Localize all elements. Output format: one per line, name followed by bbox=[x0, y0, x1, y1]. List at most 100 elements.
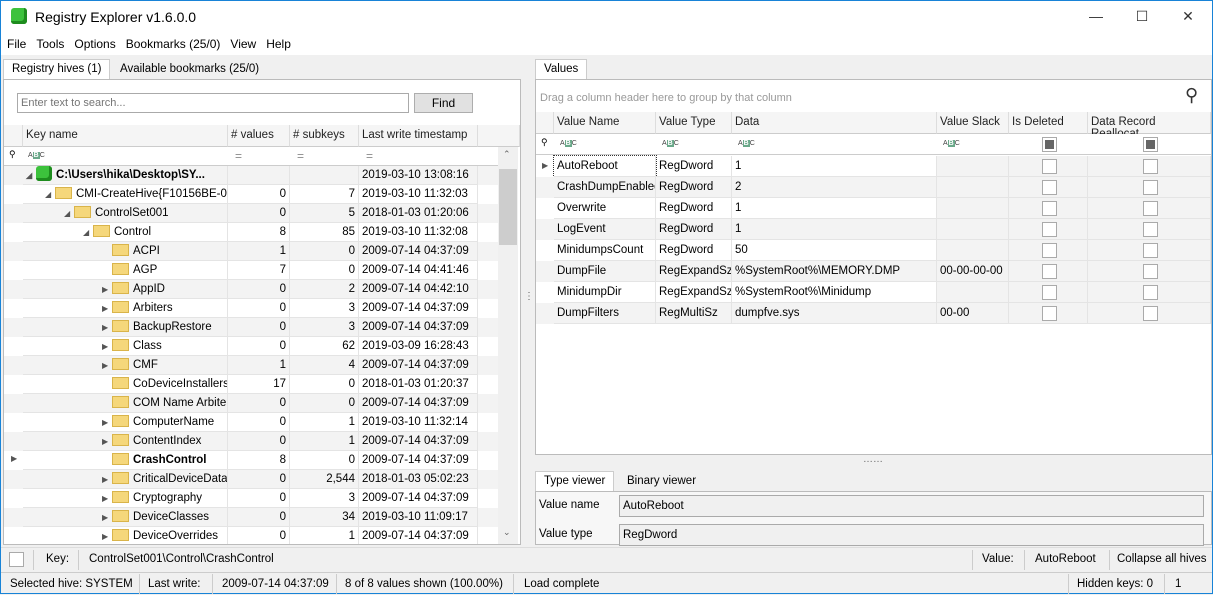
key-name-cell[interactable]: ◢ ControlSet001 bbox=[23, 204, 228, 223]
scrollbar-thumb[interactable] bbox=[499, 169, 517, 245]
is-deleted-checkbox[interactable] bbox=[1041, 285, 1057, 300]
is-deleted-checkbox[interactable] bbox=[1041, 306, 1057, 321]
collapse-icon[interactable]: ◢ bbox=[26, 166, 36, 184]
key-name-cell[interactable]: ▶ CriticalDeviceDatabase bbox=[23, 470, 228, 489]
col-timestamp[interactable]: Last write timestamp bbox=[359, 125, 478, 147]
key-name-cell[interactable]: ◢ Control bbox=[23, 223, 228, 242]
col-key-name[interactable]: Key name bbox=[23, 125, 228, 147]
minimize-button[interactable]: — bbox=[1073, 1, 1119, 31]
splitter-handle[interactable]: ⋮ bbox=[524, 291, 534, 302]
find-button[interactable]: Find bbox=[414, 93, 473, 113]
data-record-reallocated-checkbox[interactable] bbox=[1142, 222, 1158, 237]
value-row[interactable]: Overwrite RegDword 1 bbox=[536, 198, 1211, 219]
tree-row[interactable]: ▶ CrashControl 8 0 2009-07-14 04:37:09 bbox=[4, 451, 498, 470]
key-name-cell[interactable]: COM Name Arbiter bbox=[23, 394, 228, 413]
filter-checkbox[interactable] bbox=[1142, 137, 1158, 152]
key-name-cell[interactable]: ▶ Cryptography bbox=[23, 489, 228, 508]
tree-row[interactable]: ▶ DeviceClasses 0 34 2019-03-10 11:09:17 bbox=[4, 508, 498, 527]
expand-icon[interactable]: ▶ bbox=[102, 337, 112, 355]
key-name-cell[interactable]: ◢ C:\Users\hika\Desktop\SY... bbox=[23, 166, 228, 185]
col-data-record-reallocated[interactable]: Data Record Reallocat... bbox=[1088, 112, 1211, 140]
tab-registry-hives[interactable]: Registry hives (1) bbox=[3, 59, 111, 79]
expand-icon[interactable]: ▶ bbox=[102, 318, 112, 336]
tree-row[interactable]: ▶ AppID 0 2 2009-07-14 04:42:10 bbox=[4, 280, 498, 299]
expand-icon[interactable]: ▶ bbox=[102, 508, 112, 526]
expand-icon[interactable]: ▶ bbox=[102, 299, 112, 317]
expand-icon[interactable]: ▶ bbox=[102, 470, 112, 488]
menu-file[interactable]: File bbox=[3, 33, 30, 55]
col-values[interactable]: # values bbox=[228, 125, 290, 147]
key-checkbox[interactable] bbox=[9, 552, 24, 567]
tree-row[interactable]: ▶ CMF 1 4 2009-07-14 04:37:09 bbox=[4, 356, 498, 375]
value-type-field[interactable]: RegDword bbox=[619, 524, 1204, 546]
menu-bookmarks[interactable]: Bookmarks (25/0) bbox=[122, 33, 225, 55]
tree-row[interactable]: ▶ DeviceOverrides 0 1 2009-07-14 04:37:09 bbox=[4, 527, 498, 544]
key-name-cell[interactable]: ▶ BackupRestore bbox=[23, 318, 228, 337]
expand-icon[interactable]: ▶ bbox=[102, 356, 112, 374]
tree-row[interactable]: ▶ ContentIndex 0 1 2009-07-14 04:37:09 bbox=[4, 432, 498, 451]
is-deleted-checkbox[interactable] bbox=[1041, 222, 1057, 237]
value-row[interactable]: DumpFile RegExpandSz %SystemRoot%\MEMORY.D… bbox=[536, 261, 1211, 282]
key-name-cell[interactable]: CoDeviceInstallers bbox=[23, 375, 228, 394]
data-record-reallocated-checkbox[interactable] bbox=[1142, 243, 1158, 258]
tree-scrollbar[interactable]: ⌃ ⌄ bbox=[498, 147, 518, 544]
maximize-button[interactable]: ☐ bbox=[1119, 1, 1165, 31]
tree-row[interactable]: COM Name Arbiter 0 0 2009-07-14 04:37:09 bbox=[4, 394, 498, 413]
menu-view[interactable]: View bbox=[226, 33, 260, 55]
col-data[interactable]: Data bbox=[732, 112, 937, 134]
key-name-cell[interactable]: CrashControl bbox=[23, 451, 228, 470]
filter-checkbox[interactable] bbox=[1041, 137, 1057, 152]
collapse-icon[interactable]: ◢ bbox=[83, 223, 93, 241]
collapse-icon[interactable]: ◢ bbox=[64, 204, 74, 222]
is-deleted-checkbox[interactable] bbox=[1041, 243, 1057, 258]
value-row[interactable]: MinidumpsCount RegDword 50 bbox=[536, 240, 1211, 261]
value-row[interactable]: CrashDumpEnabled RegDword 2 bbox=[536, 177, 1211, 198]
key-name-cell[interactable]: ◢ CMI-CreateHive{F10156BE-0... bbox=[23, 185, 228, 204]
filter-row[interactable]: ⚲ ABC = = = bbox=[4, 147, 498, 166]
expand-icon[interactable]: ▶ bbox=[102, 489, 112, 507]
is-deleted-checkbox[interactable] bbox=[1041, 159, 1057, 174]
is-deleted-checkbox[interactable] bbox=[1041, 264, 1057, 279]
key-name-cell[interactable]: ▶ Class bbox=[23, 337, 228, 356]
splitter-handle-horizontal[interactable]: …… bbox=[863, 454, 883, 465]
tab-available-bookmarks[interactable]: Available bookmarks (25/0) bbox=[111, 59, 268, 79]
tree-row[interactable]: AGP 7 0 2009-07-14 04:41:46 bbox=[4, 261, 498, 280]
collapse-icon[interactable]: ◢ bbox=[45, 185, 55, 203]
tab-type-viewer[interactable]: Type viewer bbox=[535, 471, 615, 491]
key-name-cell[interactable]: ▶ AppID bbox=[23, 280, 228, 299]
key-name-cell[interactable]: ▶ DeviceOverrides bbox=[23, 527, 228, 544]
col-value-name[interactable]: Value Name bbox=[554, 112, 656, 134]
close-button[interactable]: ✕ bbox=[1165, 1, 1211, 31]
search-icon[interactable]: ⚲ bbox=[1185, 85, 1198, 106]
menu-tools[interactable]: Tools bbox=[32, 33, 68, 55]
key-name-cell[interactable]: ▶ ContentIndex bbox=[23, 432, 228, 451]
tab-binary-viewer[interactable]: Binary viewer bbox=[618, 471, 705, 491]
key-name-cell[interactable]: ▶ DeviceClasses bbox=[23, 508, 228, 527]
value-name-field[interactable]: AutoReboot bbox=[619, 495, 1204, 517]
tree-row[interactable]: ▶ Cryptography 0 3 2009-07-14 04:37:09 bbox=[4, 489, 498, 508]
col-is-deleted[interactable]: Is Deleted bbox=[1009, 112, 1088, 134]
menu-help[interactable]: Help bbox=[262, 33, 295, 55]
key-name-cell[interactable]: ▶ Arbiters bbox=[23, 299, 228, 318]
data-record-reallocated-checkbox[interactable] bbox=[1142, 264, 1158, 279]
key-name-cell[interactable]: ▶ ComputerName bbox=[23, 413, 228, 432]
tree-row[interactable]: CoDeviceInstallers 17 0 2018-01-03 01:20:37 bbox=[4, 375, 498, 394]
collapse-all-hives-button[interactable]: Collapse all hives bbox=[1117, 548, 1207, 570]
tree-row[interactable]: ▶ Arbiters 0 3 2009-07-14 04:37:09 bbox=[4, 299, 498, 318]
tree-row[interactable]: ◢ ControlSet001 0 5 2018-01-03 01:20:06 bbox=[4, 204, 498, 223]
key-name-cell[interactable]: ACPI bbox=[23, 242, 228, 261]
tree-row[interactable]: ◢ Control 8 85 2019-03-10 11:32:08 bbox=[4, 223, 498, 242]
is-deleted-checkbox[interactable] bbox=[1041, 180, 1057, 195]
expand-icon[interactable]: ▶ bbox=[102, 432, 112, 450]
data-record-reallocated-checkbox[interactable] bbox=[1142, 159, 1158, 174]
filter-row[interactable]: ⚲ ABC ABC ABC ABC bbox=[536, 134, 1211, 155]
tab-values[interactable]: Values bbox=[535, 59, 588, 79]
tree-row[interactable]: ◢ CMI-CreateHive{F10156BE-0... 0 7 2019-03-1… bbox=[4, 185, 498, 204]
data-record-reallocated-checkbox[interactable] bbox=[1142, 180, 1158, 195]
col-value-type[interactable]: Value Type bbox=[656, 112, 732, 134]
col-subkeys[interactable]: # subkeys bbox=[290, 125, 359, 147]
tree-row[interactable]: ▶ Class 0 62 2019-03-09 16:28:43 bbox=[4, 337, 498, 356]
tree-row[interactable]: ▶ BackupRestore 0 3 2009-07-14 04:37:09 bbox=[4, 318, 498, 337]
expand-icon[interactable]: ▶ bbox=[102, 413, 112, 431]
data-record-reallocated-checkbox[interactable] bbox=[1142, 201, 1158, 216]
